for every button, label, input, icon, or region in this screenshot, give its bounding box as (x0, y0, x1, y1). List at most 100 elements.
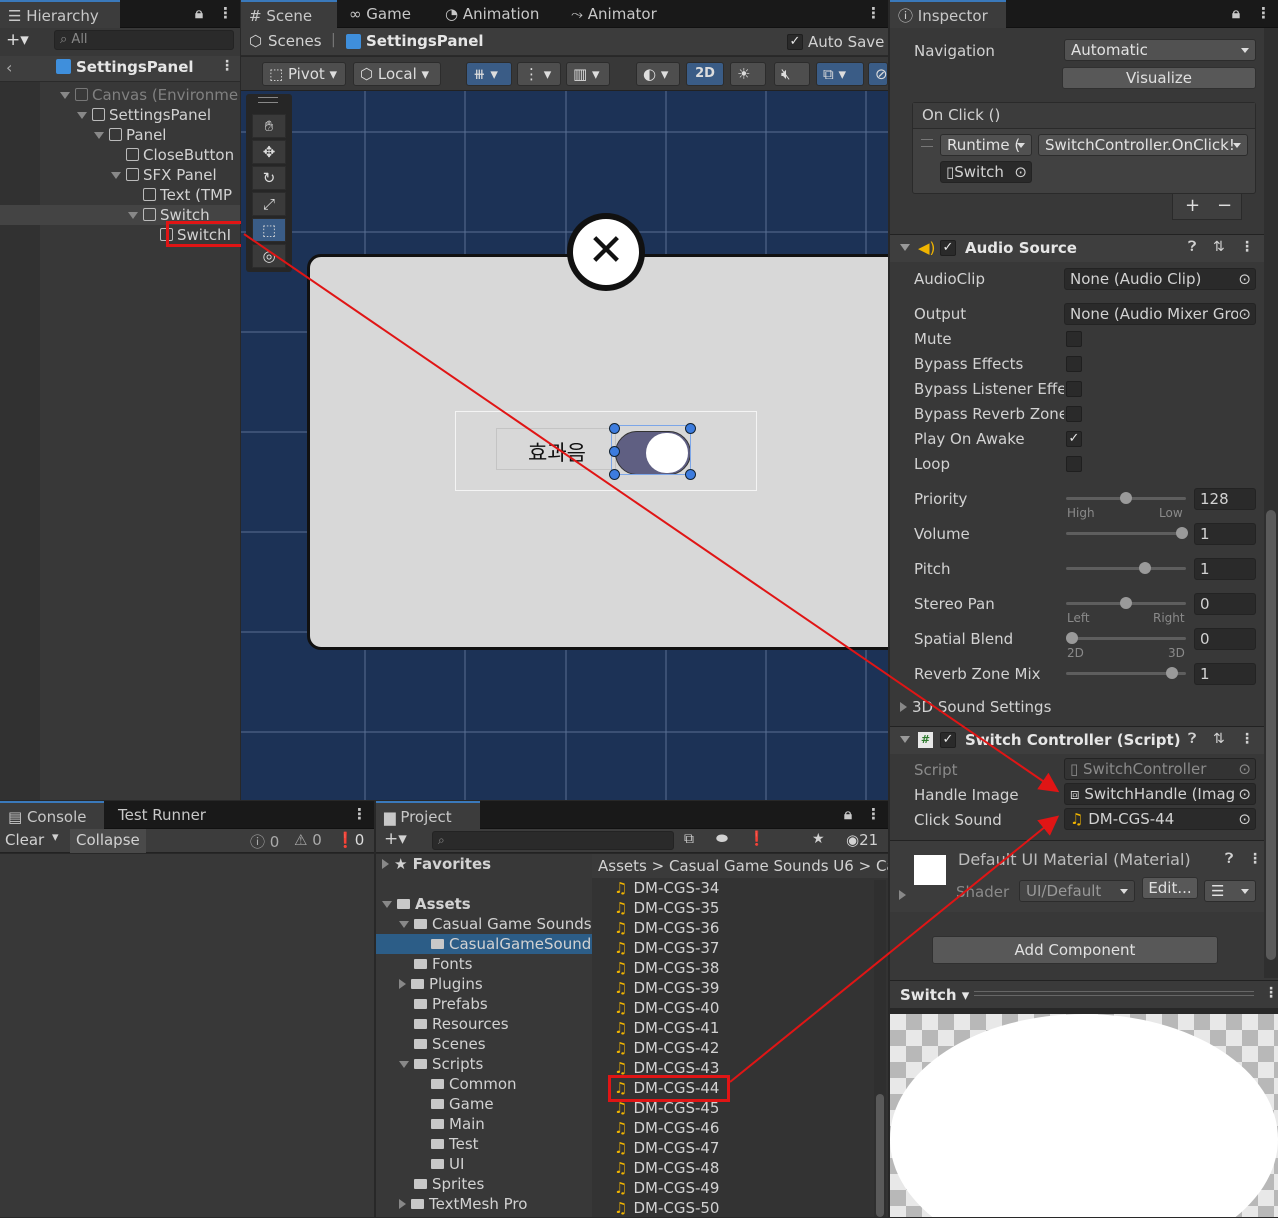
transform-tool-icon[interactable]: ◎ (252, 244, 286, 268)
create-add-icon[interactable]: +▾ (384, 829, 407, 849)
lock-icon[interactable]: 🔒︎ (195, 4, 203, 22)
object-picker-icon[interactable]: ⊙ (1238, 269, 1251, 289)
scrollbar-thumb[interactable] (876, 1094, 884, 1217)
back-chevron-icon[interactable]: ‹ (6, 58, 12, 77)
audio-file-dm-cgs-36[interactable]: ♫ DM-CGS-36 (614, 918, 719, 938)
hierarchy-item-settingspanel[interactable]: SettingsPanel (77, 105, 211, 125)
folder-prefabs[interactable]: Prefabs (376, 994, 592, 1014)
audio-source-header[interactable]: ◀) ✓ Audio Source ❓︎ ⇅ ⋮ (890, 234, 1264, 262)
close-icon[interactable]: ✕ (573, 219, 639, 285)
tab-inspector[interactable]: ⓘ Inspector (890, 0, 1006, 28)
object-picker-icon[interactable]: ⊙ (1238, 304, 1251, 324)
hierarchy-item-canvas-environme[interactable]: Canvas (Environme (60, 85, 238, 105)
pitch-input[interactable]: 1 (1194, 558, 1256, 580)
folder-main[interactable]: Main (376, 1114, 592, 1134)
spatial-blend-slider[interactable] (1066, 632, 1186, 644)
folder-casualgamesound[interactable]: CasualGameSound (376, 934, 592, 954)
expand-arrow-icon[interactable] (399, 979, 406, 989)
reverb-zone-mix-slider-knob[interactable] (1166, 667, 1178, 679)
help-icon[interactable]: ❓︎ (1188, 731, 1196, 747)
component-menu-icon[interactable]: ⋮ (1240, 239, 1254, 255)
shader-options-dropdown[interactable]: ☰ (1204, 880, 1256, 902)
lock-icon[interactable]: 🔒︎ (844, 805, 852, 823)
2d-toggle-button[interactable]: 2D (686, 62, 724, 86)
tab-game[interactable]: ∞ Game (341, 0, 419, 28)
presets-icon[interactable]: ⇅ (1213, 239, 1225, 255)
pivot-handle[interactable] (609, 446, 620, 457)
info-count[interactable]: ⓘ 0 (250, 831, 279, 852)
resize-handle-tr[interactable] (685, 423, 696, 434)
expand-arrow-icon[interactable] (77, 112, 87, 119)
favorite-star-icon[interactable]: ★ (812, 831, 825, 847)
effects-toggle-icon[interactable]: ⧉ ▾ (816, 62, 864, 86)
switch-controller-header[interactable]: # ✓ Switch Controller (Script) ❓︎ ⇅ ⋮ (890, 726, 1264, 754)
hierarchy-item-closebutton[interactable]: CloseButton (111, 145, 234, 165)
component-menu-icon[interactable]: ⋮ (1240, 731, 1254, 747)
expand-arrow-icon[interactable] (399, 1061, 409, 1068)
preview-menu-icon[interactable]: ⋮ (1264, 985, 1278, 1001)
folder-scripts[interactable]: Scripts (376, 1054, 592, 1074)
folder-assets[interactable]: Assets (376, 894, 592, 914)
grid-snap-button[interactable]: ⧻ ▾ (466, 62, 512, 86)
hidden-packages-count[interactable]: ◉21 (846, 831, 878, 849)
folder-sprites[interactable]: Sprites (376, 1174, 592, 1194)
stereo-pan-slider-knob[interactable] (1120, 597, 1132, 609)
audio-file-dm-cgs-40[interactable]: ♫ DM-CGS-40 (614, 998, 719, 1018)
expand-arrow-icon[interactable] (128, 212, 138, 219)
collapse-arrow-icon[interactable] (900, 736, 910, 743)
resize-handle-bl[interactable] (609, 469, 620, 480)
preview-drag-handle[interactable] (974, 991, 1254, 996)
rect-tool-icon[interactable]: ⬚ (252, 218, 286, 242)
inspector-scrollbar-thumb[interactable] (1266, 510, 1276, 960)
audio-file-dm-cgs-50[interactable]: ♫ DM-CGS-50 (614, 1198, 719, 1218)
grid-visibility-button[interactable]: ▥ ▾ (566, 62, 610, 86)
folder-game[interactable]: Game (376, 1094, 592, 1114)
help-icon[interactable]: ❓︎ (1225, 851, 1233, 867)
inspector-menu-icon[interactable]: ⋮ (1256, 4, 1271, 22)
preview-title-dropdown[interactable]: Switch ▾ (900, 986, 969, 1004)
audio-file-dm-cgs-39[interactable]: ♫ DM-CGS-39 (614, 978, 719, 998)
collapse-arrow-icon[interactable] (900, 244, 910, 251)
add-component-button[interactable]: Add Component (932, 936, 1218, 964)
volume-input[interactable]: 1 (1194, 523, 1256, 545)
tab-animation[interactable]: ◔ Animation (437, 0, 547, 28)
presets-icon[interactable]: ⇅ (1213, 731, 1225, 747)
stereo-pan-slider[interactable] (1066, 597, 1186, 609)
object-picker-icon[interactable]: ⊙ (1238, 809, 1251, 829)
audio-file-dm-cgs-41[interactable]: ♫ DM-CGS-41 (614, 1018, 719, 1038)
audioclip-field[interactable]: None (Audio Clip) ⊙ (1064, 268, 1256, 290)
search-by-label-icon[interactable]: ⬬ (716, 831, 728, 847)
hierarchy-item-text-tmp[interactable]: Text (TMP (128, 185, 232, 205)
favorites-row[interactable]: ★ Favorites (382, 854, 491, 874)
audio-file-dm-cgs-42[interactable]: ♫ DM-CGS-42 (614, 1038, 719, 1058)
log-filter-icon[interactable]: ❗ (748, 831, 765, 847)
mute-checkbox[interactable] (1066, 331, 1082, 347)
folder-common[interactable]: Common (376, 1074, 592, 1094)
audio-file-dm-cgs-34[interactable]: ♫ DM-CGS-34 (614, 878, 719, 898)
folder-casual-game-sounds[interactable]: Casual Game Sounds (376, 914, 592, 934)
tab-test-runner[interactable]: Test Runner (110, 801, 214, 829)
audio-file-dm-cgs-49[interactable]: ♫ DM-CGS-49 (614, 1178, 719, 1198)
local-dropdown[interactable]: ⬡ Local ▾ (353, 62, 441, 86)
pitch-slider[interactable] (1066, 562, 1186, 574)
snap-increment-button[interactable]: ⋮ ▾ (517, 62, 561, 86)
breadcrumb-assets[interactable]: Assets (598, 857, 647, 875)
tab-console[interactable]: ▤ Console (0, 801, 104, 829)
breadcrumb-casual-game-sounds[interactable]: Casual Game Sounds U6 (669, 857, 854, 875)
scenes-link[interactable]: Scenes (268, 32, 322, 50)
palette-grip-icon[interactable] (258, 97, 278, 103)
remove-event-icon[interactable]: − (1217, 195, 1232, 216)
folder-resources[interactable]: Resources (376, 1014, 592, 1034)
bypass-effects-checkbox[interactable] (1066, 356, 1082, 372)
project-search-input[interactable]: ⌕ (432, 831, 674, 850)
click-sound-field[interactable]: ♫ DM-CGS-44 ⊙ (1064, 808, 1256, 830)
prefab-name[interactable]: SettingsPanel (366, 32, 484, 50)
expand-arrow-icon[interactable] (382, 901, 392, 908)
3d-sound-settings-foldout[interactable]: 3D Sound Settings (900, 698, 1051, 716)
breadcrumb-menu-icon[interactable]: ⋮ (220, 58, 234, 74)
audio-file-dm-cgs-46[interactable]: ♫ DM-CGS-46 (614, 1118, 719, 1138)
clear-button[interactable]: Clear (5, 831, 44, 849)
play-on-awake-checkbox[interactable]: ✓ (1066, 431, 1082, 447)
expand-arrow-icon[interactable] (399, 1199, 406, 1209)
visualize-button[interactable]: Visualize (1062, 67, 1256, 89)
